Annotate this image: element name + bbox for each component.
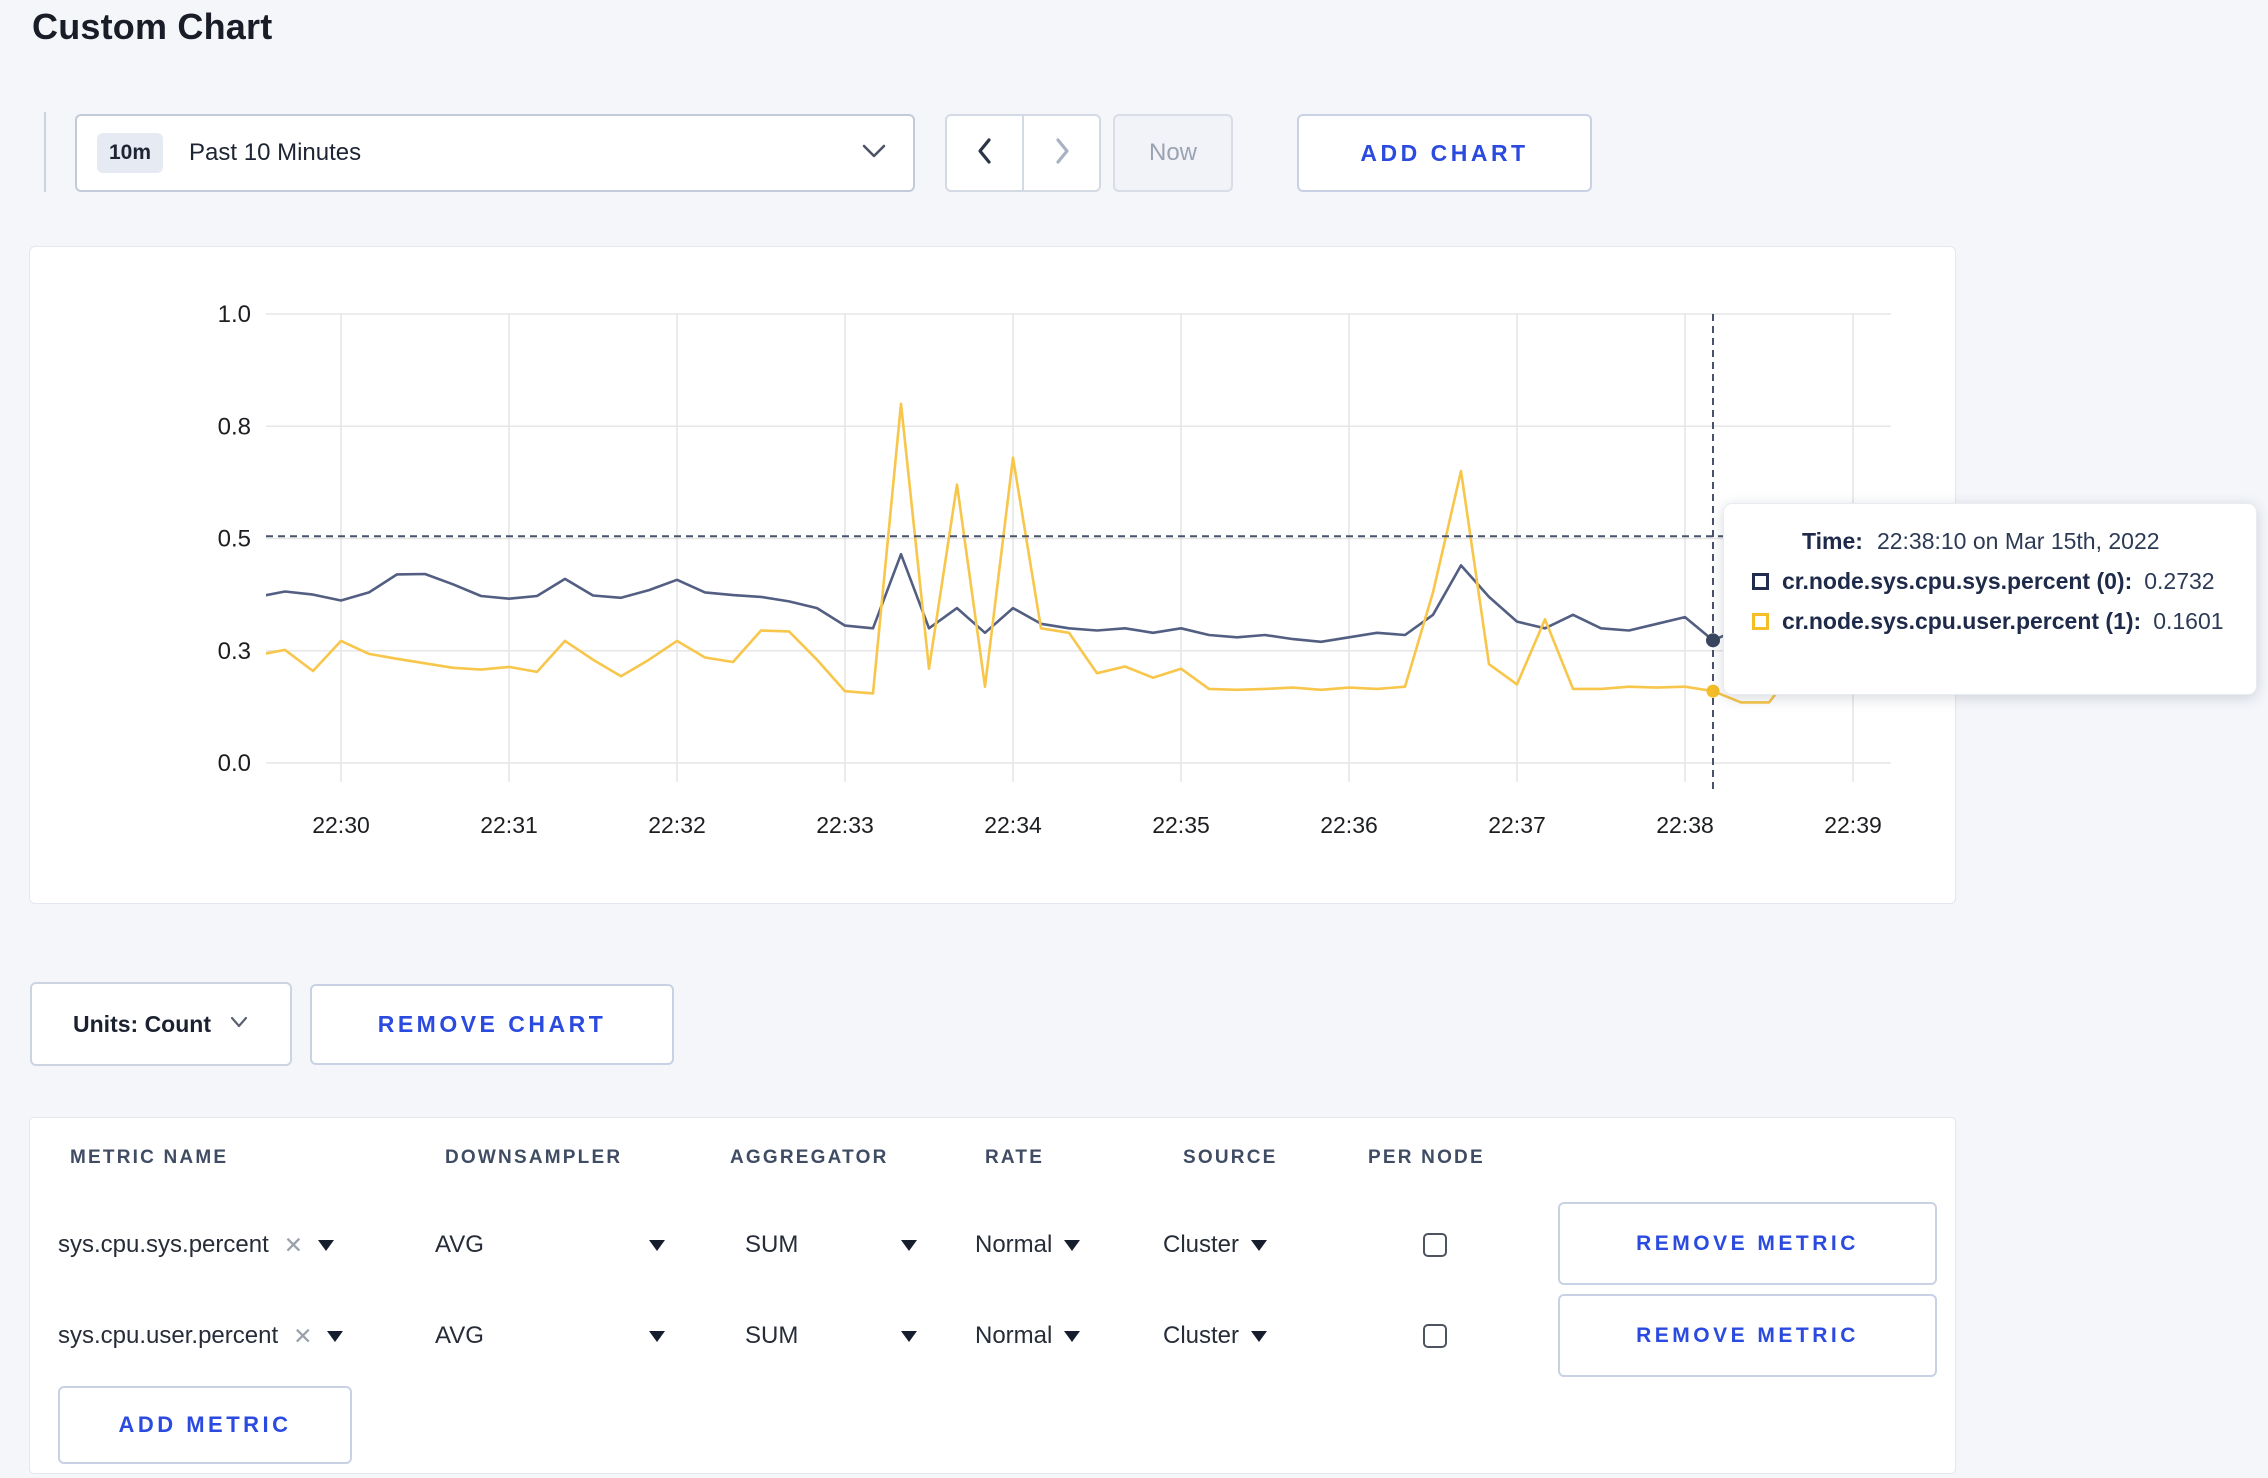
x-axis-tick-label: 22:35 [1152,812,1210,838]
downsampler-value: AVG [435,1322,484,1349]
chevron-left-icon [973,136,997,171]
chevron-right-icon [1050,136,1074,171]
source-value: Cluster [1163,1231,1240,1258]
rate-select[interactable]: Normal [975,1205,1081,1285]
dropdown-arrow-icon [327,1330,344,1342]
dropdown-arrow-icon [318,1239,335,1251]
aggregator-value: SUM [745,1231,799,1258]
downsampler-value: AVG [435,1231,484,1258]
x-axis-tick-label: 22:37 [1488,812,1546,838]
column-header-per-node: PER NODE [1368,1147,1485,1168]
rate-select[interactable]: Normal [975,1296,1081,1376]
units-label: Units: Count [73,1010,211,1037]
chevron-down-icon [861,142,887,165]
tooltip-series-entry: cr.node.sys.cpu.sys.percent (0): 0.2732 [1752,568,2232,595]
dropdown-arrow-icon [649,1330,665,1342]
metric-name-value: sys.cpu.sys.percent [58,1231,269,1258]
y-axis-tick-label: 1.0 [218,301,251,328]
custom-chart-page: Custom Chart 10m Past 10 Minutes Now ADD… [0,0,2268,1478]
y-axis-tick-label: 0.0 [218,750,251,777]
source-select[interactable]: Cluster [1163,1205,1268,1285]
remove-metric-button[interactable]: REMOVE METRIC [1558,1202,1937,1285]
series-swatch-icon [1752,573,1769,590]
tooltip-series-value: 0.1601 [2153,608,2224,634]
time-forward-button[interactable] [1022,116,1099,190]
x-axis-tick-label: 22:31 [480,812,538,838]
y-axis-tick-label: 0.3 [218,638,251,665]
clear-metric-icon[interactable]: ✕ [284,1232,303,1259]
series-line [266,552,1883,644]
x-axis-tick-label: 22:32 [648,812,706,838]
dropdown-arrow-icon [1251,1330,1268,1342]
chart-hover-tooltip: Time: 22:38:10 on Mar 15th, 2022 cr.node.… [1723,503,2257,695]
y-axis-tick-label: 0.8 [218,413,251,440]
time-nav-group [945,114,1101,192]
column-header-source: SOURCE [1183,1147,1278,1168]
tooltip-time-label: Time: [1802,528,1863,554]
units-dropdown[interactable]: Units: Count [30,982,292,1066]
downsampler-select[interactable]: AVG [435,1296,665,1376]
crosshair-point-sys [1706,633,1721,648]
dropdown-arrow-icon [901,1239,917,1251]
x-axis-tick-label: 22:39 [1824,812,1882,838]
metric-name-select[interactable]: sys.cpu.user.percent ✕ [58,1296,344,1376]
x-axis-tick-label: 22:30 [312,812,370,838]
tooltip-time-row: Time: 22:38:10 on Mar 15th, 2022 [1802,528,2232,555]
time-range-badge: 10m [97,133,164,173]
column-header-metric-name: METRIC NAME [70,1147,229,1168]
tooltip-series-entry: cr.node.sys.cpu.user.percent (1): 0.1601 [1752,608,2232,635]
rate-value: Normal [975,1231,1053,1258]
dropdown-arrow-icon [1064,1239,1081,1251]
series-line [266,402,1883,704]
tooltip-series-value: 0.2732 [2144,568,2215,594]
source-value: Cluster [1163,1322,1240,1349]
downsampler-select[interactable]: AVG [435,1205,665,1285]
chevron-down-icon [229,1015,249,1034]
toolbar-left-divider [44,112,46,192]
timeseries-chart[interactable]: 22:30 22:31 22:32 22:33 22:34 22:35 22:36 22:37… [30,247,1957,905]
add-chart-button[interactable]: ADD CHART [1297,114,1592,192]
time-back-button[interactable] [947,116,1022,190]
remove-chart-button[interactable]: REMOVE CHART [310,984,674,1065]
x-axis-tick-label: 22:38 [1656,812,1714,838]
metric-name-select[interactable]: sys.cpu.sys.percent ✕ [58,1205,335,1285]
add-metric-button[interactable]: ADD METRIC [58,1386,352,1464]
tooltip-series-label: cr.node.sys.cpu.user.percent (1): [1782,608,2142,634]
series-swatch-icon [1752,613,1769,630]
time-range-dropdown[interactable]: 10m Past 10 Minutes [75,114,915,192]
x-axis-tick-label: 22:36 [1320,812,1378,838]
x-axis-tick-label: 22:33 [816,812,874,838]
time-range-label: Past 10 Minutes [189,139,362,166]
dropdown-arrow-icon [901,1330,917,1342]
clear-metric-icon[interactable]: ✕ [293,1323,312,1350]
page-title: Custom Chart [32,6,273,47]
rate-value: Normal [975,1322,1053,1349]
chart-card: 22:30 22:31 22:32 22:33 22:34 22:35 22:36 22:37… [29,246,1956,904]
dropdown-arrow-icon [1064,1330,1081,1342]
aggregator-value: SUM [745,1322,799,1349]
column-header-downsampler: DOWNSAMPLER [445,1147,623,1168]
dropdown-arrow-icon [1251,1239,1268,1251]
column-header-rate: RATE [985,1147,1045,1168]
per-node-checkbox[interactable] [1423,1324,1447,1348]
tooltip-time-value: 22:38:10 on Mar 15th, 2022 [1876,528,2160,554]
aggregator-select[interactable]: SUM [745,1296,917,1376]
dropdown-arrow-icon [649,1239,665,1251]
remove-metric-button[interactable]: REMOVE METRIC [1558,1294,1937,1377]
y-axis-tick-label: 0.5 [218,526,251,553]
now-button[interactable]: Now [1113,114,1233,192]
metric-name-value: sys.cpu.user.percent [58,1322,279,1349]
chart-gridlines: 22:30 22:31 22:32 22:33 22:34 22:35 22:36 22:37… [218,301,1891,838]
tooltip-series-label: cr.node.sys.cpu.sys.percent (0): [1782,568,2133,594]
per-node-checkbox[interactable] [1423,1233,1447,1257]
aggregator-select[interactable]: SUM [745,1205,917,1285]
column-header-aggregator: AGGREGATOR [730,1147,889,1168]
crosshair-point-user [1706,684,1720,698]
x-axis-tick-label: 22:34 [984,812,1042,838]
source-select[interactable]: Cluster [1163,1296,1268,1376]
